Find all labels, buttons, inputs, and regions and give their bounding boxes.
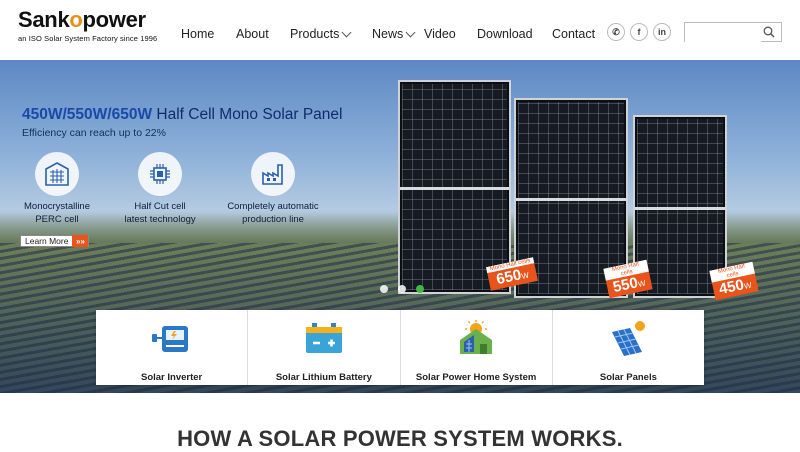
category-solar-home-system[interactable]: Solar Power Home System [401, 310, 553, 385]
nav-video[interactable]: Video [424, 27, 477, 41]
hero-title: 450W/550W/650W Half Cell Mono Solar Pane… [22, 106, 343, 123]
social-links: ✆ f in [607, 23, 671, 41]
category-label: Solar Panels [599, 372, 657, 383]
search-input[interactable] [685, 24, 761, 43]
nav-download[interactable]: Download [477, 27, 552, 41]
nav-products[interactable]: Products [290, 27, 372, 41]
carousel-dot[interactable] [380, 285, 388, 293]
learn-more-label: Learn More [25, 236, 69, 246]
nav-home[interactable]: Home [181, 27, 236, 41]
carousel-dots [380, 285, 424, 293]
category-solar-panels[interactable]: Solar Panels [553, 310, 704, 385]
double-arrow-icon: »» [72, 235, 89, 247]
category-label: Solar Power Home System [415, 372, 537, 383]
section-title: HOW A SOLAR POWER SYSTEM WORKS. [177, 426, 623, 451]
category-cards: Solar Inverter Solar Lithium Battery Sol… [96, 310, 704, 385]
category-lithium-battery[interactable]: Solar Lithium Battery [248, 310, 401, 385]
nav-contact[interactable]: Contact [552, 27, 595, 41]
logo-name: Sankopower [18, 7, 146, 32]
site-header: Sankopower an ISO Solar System Factory s… [0, 0, 800, 60]
chevron-down-icon [341, 27, 352, 37]
whatsapp-icon[interactable]: ✆ [607, 23, 625, 41]
feature-half-cut: Half Cut cell latest technology [112, 152, 208, 226]
nav-about[interactable]: About [236, 27, 290, 41]
feature-label: Half Cut cell latest technology [124, 201, 196, 225]
category-label: Solar Inverter [141, 372, 203, 383]
search-icon[interactable] [763, 26, 775, 38]
hero-subtitle: Efficiency can reach up to 22% [22, 127, 166, 139]
feature-label: Completely automatic production line [227, 201, 319, 225]
factory-icon [251, 152, 295, 196]
facebook-icon[interactable]: f [630, 23, 648, 41]
solar-cell-icon [35, 152, 79, 196]
solar-home-icon [460, 320, 493, 354]
logo[interactable]: Sankopower an ISO Solar System Factory s… [18, 7, 158, 44]
main-nav: Home About Products News Video Download … [181, 27, 595, 41]
inverter-icon [151, 326, 188, 352]
battery-icon [305, 323, 342, 353]
carousel-dot[interactable] [398, 285, 406, 293]
chip-icon [138, 152, 182, 196]
category-label: Solar Lithium Battery [275, 372, 372, 383]
linkedin-icon[interactable]: in [653, 23, 671, 41]
search-box [684, 22, 782, 43]
feature-mono-perc: Monocrystalline PERC cell [18, 152, 96, 226]
chevron-down-icon [405, 27, 416, 37]
learn-more-button[interactable]: Learn More »» [20, 235, 90, 247]
logo-tagline: an ISO Solar System Factory since 1996 [18, 34, 158, 43]
feature-auto-line: Completely automatic production line [214, 152, 332, 226]
solar-panel-icon [612, 321, 646, 356]
carousel-dot-active[interactable] [416, 285, 424, 293]
category-solar-inverter[interactable]: Solar Inverter [96, 310, 249, 385]
solar-panel-650 [398, 80, 511, 294]
nav-news[interactable]: News [372, 27, 424, 41]
feature-label: Monocrystalline PERC cell [24, 201, 90, 225]
